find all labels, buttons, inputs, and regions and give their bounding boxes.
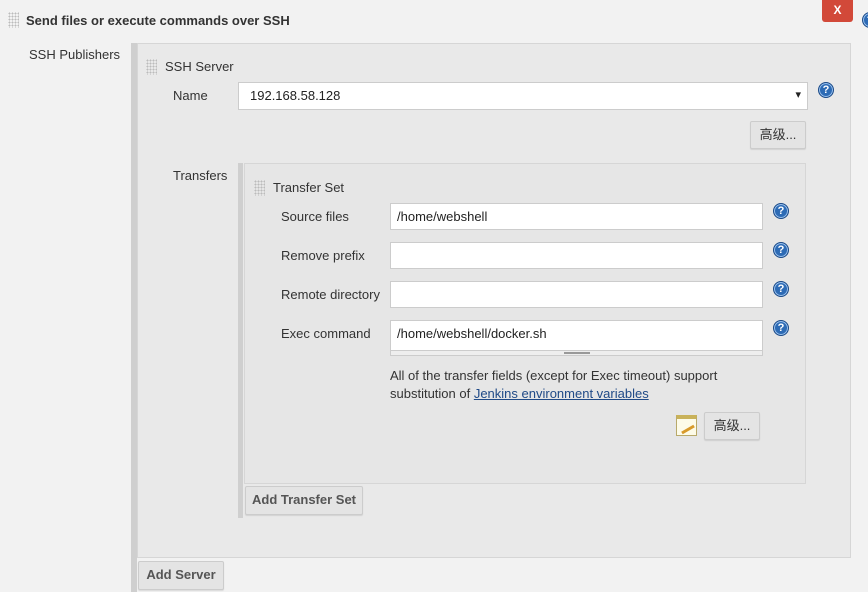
repeat-bar [238,163,243,518]
remote-directory-input[interactable] [390,281,763,308]
add-transfer-set-button[interactable]: Add Transfer Set [245,486,363,515]
name-select-value: 192.168.58.128 [250,88,341,103]
drag-handle-icon[interactable] [8,12,19,28]
substitution-note: All of the transfer fields (except for E… [390,367,750,403]
ssh-server-title: SSH Server [165,59,234,74]
textarea-resize-handle[interactable] [390,351,763,356]
transfer-advanced-button[interactable]: 高级... [704,412,760,440]
exec-command-label: Exec command [281,326,371,341]
name-select[interactable]: 192.168.58.128 ▾ [238,82,808,110]
help-icon[interactable]: ? [773,281,789,297]
advanced-button[interactable]: 高级... [750,121,806,149]
help-icon[interactable]: ? [773,203,789,219]
remove-prefix-input[interactable] [390,242,763,269]
help-icon[interactable]: ? [862,12,868,28]
remote-directory-label: Remote directory [281,287,380,302]
source-files-input[interactable]: /home/webshell [390,203,763,230]
chevron-down-icon: ▾ [795,89,801,101]
source-files-label: Source files [281,209,349,224]
exec-command-textarea[interactable]: /home/webshell/docker.sh [390,320,763,351]
drag-handle-icon[interactable] [254,180,265,196]
drag-handle-icon[interactable] [146,59,157,75]
section-title: Send files or execute commands over SSH [26,13,290,28]
add-server-button[interactable]: Add Server [138,561,224,590]
ssh-publishers-label: SSH Publishers [29,47,121,62]
jenkins-env-vars-link[interactable]: Jenkins environment variables [474,386,649,401]
transfers-label: Transfers [173,168,228,183]
remove-prefix-label: Remove prefix [281,248,365,263]
help-icon[interactable]: ? [818,82,834,98]
transfer-set-title: Transfer Set [273,180,345,195]
name-label: Name [173,88,208,103]
help-icon[interactable]: ? [773,242,789,258]
delete-button[interactable]: X [822,0,853,22]
help-icon[interactable]: ? [773,320,789,336]
notepad-edit-icon[interactable] [676,415,697,436]
